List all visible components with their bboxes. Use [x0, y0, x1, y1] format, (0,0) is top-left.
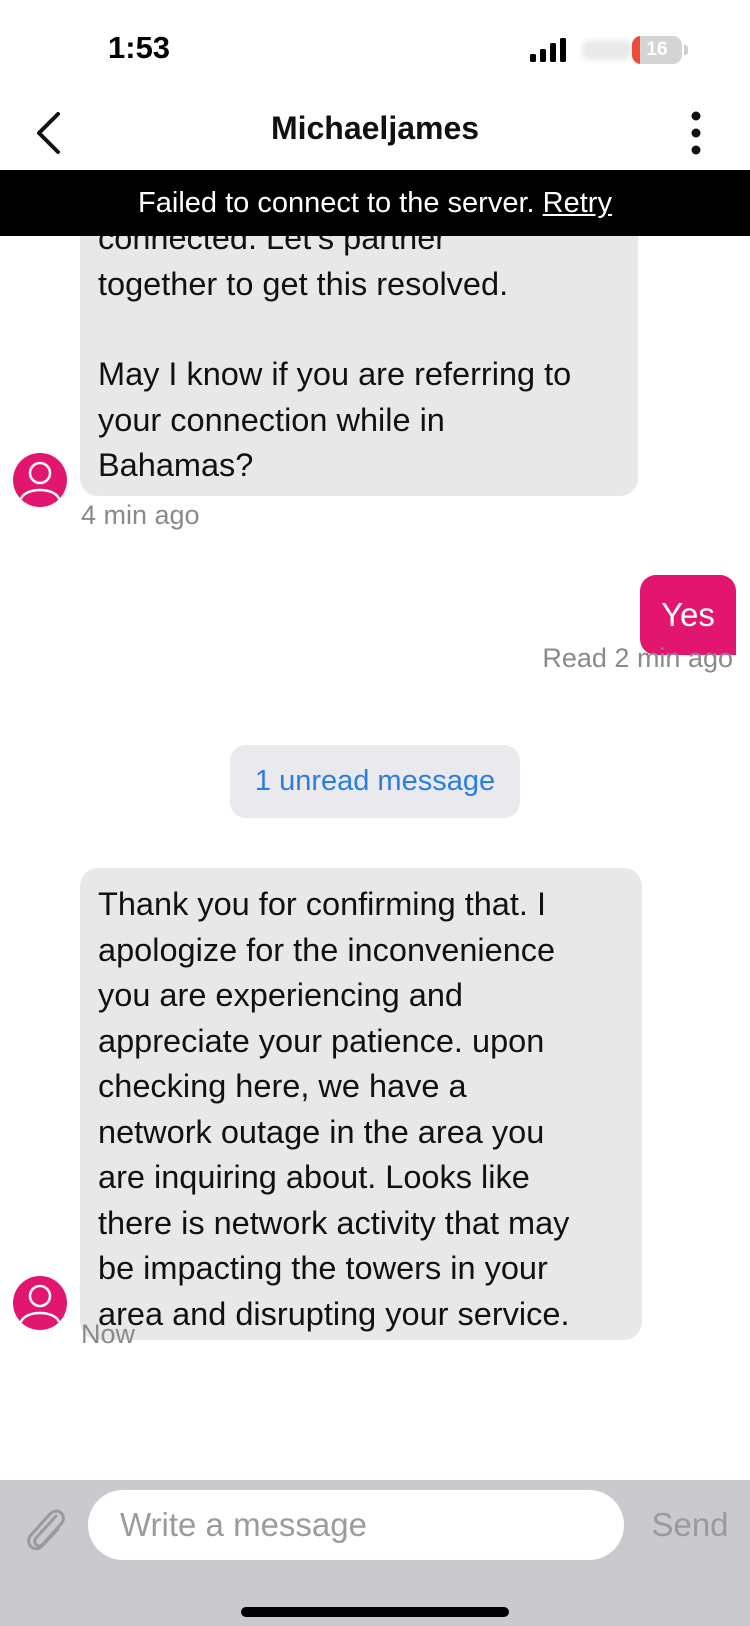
message-line: your connection while in — [98, 401, 445, 438]
message-line: are inquiring about. Looks like — [98, 1159, 530, 1195]
message-timestamp: Now — [81, 1319, 136, 1349]
message-composer: Send — [0, 1480, 750, 1626]
message-line: area and disrupting your service. — [98, 1295, 570, 1332]
home-indicator[interactable] — [241, 1607, 509, 1617]
message-line: network outage in the area you — [98, 1113, 545, 1150]
message-line: May I know if you are referring to — [98, 356, 572, 392]
agent-avatar-icon — [13, 1276, 67, 1330]
battery-icon: 16 — [632, 36, 682, 64]
status-bar: 1:53 16 — [0, 0, 750, 96]
battery-level: 16 — [646, 39, 668, 60]
message-line: Bahamas? — [98, 447, 254, 483]
read-receipt: Read 2 min ago — [542, 643, 733, 673]
message-line: Thank you for confirming that. I — [98, 886, 546, 922]
message-line: checking here, we have a — [98, 1068, 467, 1104]
send-button[interactable]: Send — [640, 1490, 740, 1560]
retry-link[interactable]: Retry — [543, 187, 612, 219]
page-title: Michaeljames — [270, 110, 480, 146]
agent-message-bubble: Thank you for confirming that. I apologi… — [80, 868, 642, 1340]
message-line: you are experiencing and — [98, 977, 463, 1013]
battery-nub — [684, 45, 688, 55]
message-line: apologize for the inconvenience — [98, 931, 556, 968]
carrier-indicator — [582, 40, 632, 60]
more-vertical-icon[interactable] — [676, 110, 716, 156]
cellular-signal-icon — [530, 38, 566, 62]
chat-thread[interactable]: connected. Let’s partner together to get… — [0, 236, 750, 1480]
paperclip-icon[interactable] — [20, 1502, 70, 1558]
agent-message-bubble: connected. Let’s partner together to get… — [80, 236, 638, 496]
message-line: be impacting the towers in your — [98, 1250, 548, 1286]
connection-error-banner: Failed to connect to the server. Retry — [0, 170, 750, 236]
message-timestamp: 4 min ago — [81, 500, 200, 530]
message-input[interactable] — [88, 1490, 624, 1560]
agent-avatar-icon — [13, 453, 67, 507]
unread-messages-pill[interactable]: 1 unread message — [230, 745, 520, 818]
message-line: appreciate your patience. upon — [98, 1022, 545, 1059]
message-line: there is network activity that may — [98, 1204, 570, 1241]
message-line: connected. Let’s partner — [98, 236, 447, 256]
banner-message: Failed to connect to the server. — [138, 187, 535, 219]
message-line: together to get this resolved. — [98, 265, 509, 302]
status-time: 1:53 — [108, 30, 171, 65]
chat-header: Michaeljames — [0, 96, 750, 170]
